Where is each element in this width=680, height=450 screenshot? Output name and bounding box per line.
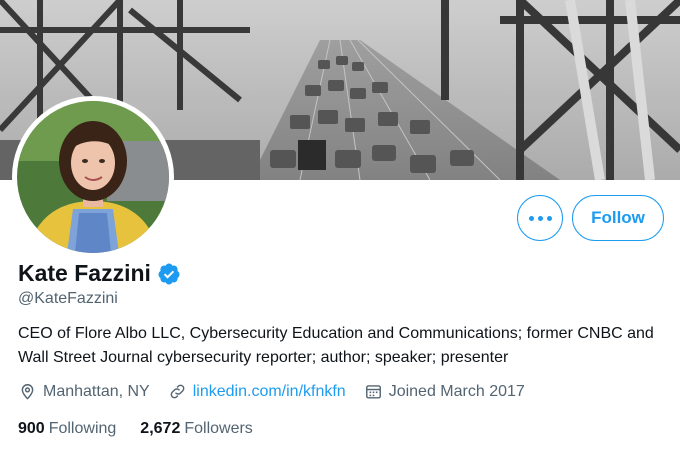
more-options-button[interactable]	[517, 195, 563, 241]
followers-count: 2,672	[140, 420, 181, 437]
location-pin-icon	[21, 384, 34, 400]
handle: @KateFazzini	[18, 290, 118, 307]
location-item: Manhattan, NY	[18, 382, 150, 401]
verified-badge-icon	[158, 263, 180, 284]
location-text: Manhattan, NY	[43, 382, 150, 400]
joined-text: Joined March 2017	[388, 382, 525, 400]
joined-item: Joined March 2017	[364, 382, 525, 401]
calendar-icon	[365, 385, 381, 399]
website-item[interactable]: linkedin.com/in/kfnkfn	[168, 382, 346, 401]
follow-stats: 900 Following 2,672 Followers	[18, 420, 277, 438]
following-label: Following	[48, 420, 117, 437]
profile-meta: Manhattan, NY linkedin.com/in/kfnkfn Joi…	[18, 382, 543, 401]
name-row: Kate Fazzini	[18, 260, 181, 287]
followers-stat[interactable]: 2,672 Followers	[140, 420, 253, 438]
profile-bio: CEO of Flore Albo LLC, Cybersecurity Edu…	[18, 325, 654, 366]
avatar-photo	[17, 101, 169, 253]
more-dots-icon	[528, 215, 552, 221]
followers-label: Followers	[184, 420, 253, 437]
display-name: Kate Fazzini	[18, 260, 151, 286]
link-icon	[170, 384, 185, 399]
avatar[interactable]	[12, 96, 174, 258]
website-link[interactable]: linkedin.com/in/kfnkfn	[193, 383, 346, 401]
following-count: 900	[18, 420, 45, 437]
following-stat[interactable]: 900 Following	[18, 420, 116, 438]
follow-button[interactable]: Follow	[572, 195, 664, 241]
